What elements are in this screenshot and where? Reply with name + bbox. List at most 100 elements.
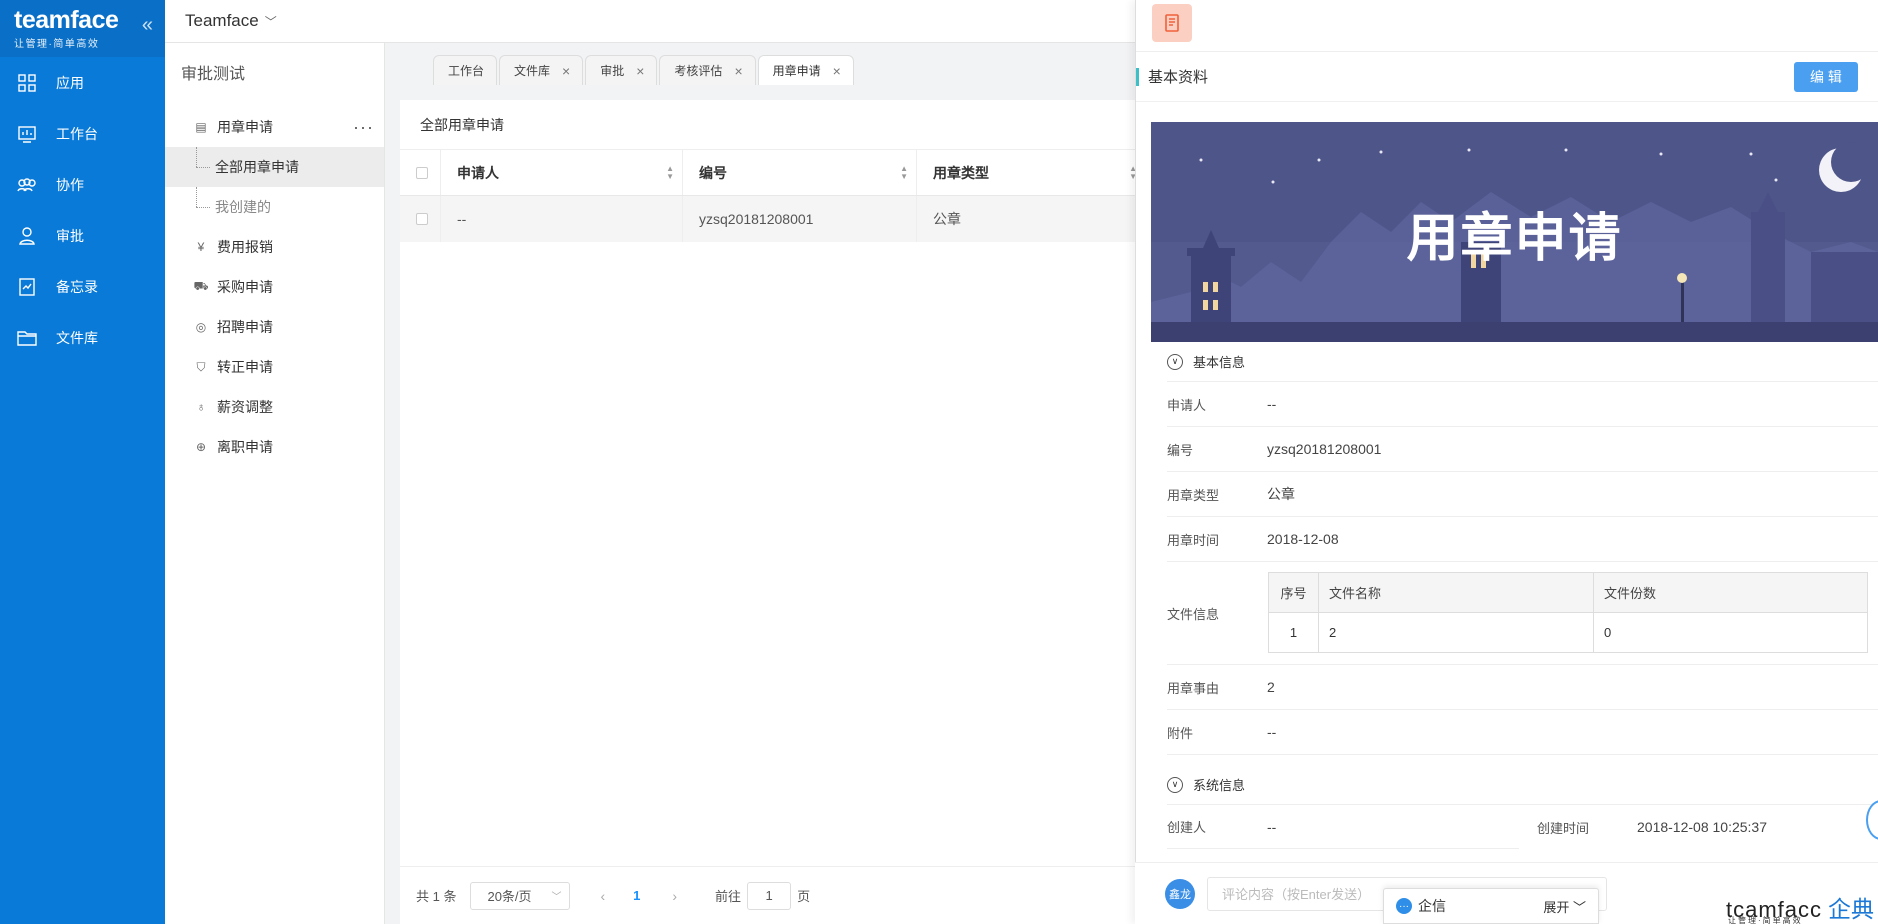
avatar: 鑫龙 xyxy=(1165,878,1195,909)
chevron-down-icon: ﹀ xyxy=(551,892,562,903)
page-size-value: 20条/页 xyxy=(487,889,532,904)
close-icon[interactable]: × xyxy=(636,63,644,79)
detail-topbar xyxy=(1136,0,1878,52)
nav-item-memo[interactable]: 备忘录 xyxy=(0,261,165,312)
group-system-info[interactable]: ∨ 系统信息 xyxy=(1167,765,1878,805)
banner-image: 用章申请 xyxy=(1151,122,1878,342)
row-checkbox[interactable] xyxy=(416,213,428,225)
tab-label: 用章申请 xyxy=(772,64,821,78)
field-seal-time: 用章时间 2018-12-08 xyxy=(1167,517,1878,562)
company-switcher[interactable]: Teamface xyxy=(185,11,259,31)
nav-item-label: 协作 xyxy=(56,176,84,193)
column-applicant[interactable]: 申请人 ▲ ▼ xyxy=(441,150,683,195)
tab-label: 考核评估 xyxy=(674,64,723,78)
sidebar-group-expense[interactable]: ¥ 费用报销 xyxy=(165,227,384,267)
field-created-time: 创建时间 2018-12-08 10:25:37 xyxy=(1537,805,1837,849)
memo-icon xyxy=(19,277,35,296)
form-app-icon xyxy=(1152,4,1192,42)
banner-title: 用章申请 xyxy=(1406,210,1623,268)
sidebar-group-label: 转正申请 xyxy=(217,359,273,375)
field-label: 创建人 xyxy=(1167,820,1207,835)
close-icon[interactable]: × xyxy=(562,63,570,79)
close-icon[interactable]: × xyxy=(833,63,841,79)
watermark-text-cn: 企典 xyxy=(1828,896,1875,922)
brand: teamface 让管理·简单高效 « xyxy=(0,0,165,57)
group-title: 基本信息 xyxy=(1193,355,1246,370)
qixin-label: 企信 xyxy=(1418,898,1446,914)
file-col-index: 序号 xyxy=(1268,572,1319,613)
nav-item-apps[interactable]: 应用 xyxy=(0,57,165,108)
sidebar-group-resign[interactable]: ⊕ 离职申请 xyxy=(165,427,384,467)
prev-page-icon[interactable]: ‹ xyxy=(600,888,605,904)
sidebar-item-my-created[interactable]: 我创建的 xyxy=(165,187,384,227)
chevron-down-icon[interactable]: ﹀ xyxy=(265,13,277,30)
nav-item-collab[interactable]: 协作 xyxy=(0,159,165,210)
field-label: 创建时间 xyxy=(1537,820,1590,836)
close-icon[interactable]: × xyxy=(734,63,742,79)
sidebar-group-recruit[interactable]: ◎ 招聘申请 xyxy=(165,307,384,347)
goto-page-input[interactable]: 1 xyxy=(747,881,792,910)
current-page[interactable]: 1 xyxy=(633,888,640,903)
group-title: 系统信息 xyxy=(1193,778,1246,793)
qixin-chat-bar[interactable]: ··· 企信 展开 ﹀ xyxy=(1383,888,1599,924)
watermark-logo: tcamfacc 企典 让管理·简单高效 xyxy=(1726,890,1874,924)
form-icon: ▤ xyxy=(195,120,207,134)
page-size-select[interactable]: 20条/页 ﹀ xyxy=(470,881,571,910)
expand-toggle[interactable]: 展开 ﹀ xyxy=(1543,897,1586,916)
field-creator: 创建人 -- xyxy=(1167,805,1519,849)
cell-seal-type: 公章 xyxy=(933,211,961,227)
dashboard-icon xyxy=(18,125,36,143)
collapse-circle-icon[interactable]: ∨ xyxy=(1167,353,1183,370)
cell-number: yzsq20181208001 xyxy=(683,196,917,242)
nav-item-label: 文件库 xyxy=(56,329,98,346)
tab-approval[interactable]: 审批 × xyxy=(585,55,658,85)
nav-item-label: 工作台 xyxy=(56,125,98,142)
field-value: 2018-12-08 xyxy=(1267,531,1339,547)
field-applicant: 申请人 -- xyxy=(1167,382,1878,427)
tab-label: 文件库 xyxy=(514,64,551,78)
tab-seal-application[interactable]: 用章申请 × xyxy=(757,55,854,85)
column-number[interactable]: 编号 ▲ ▼ xyxy=(683,150,917,195)
chat-icon: ··· xyxy=(1396,898,1412,914)
sidebar-item-all-seal[interactable]: 全部用章申请 xyxy=(165,147,384,187)
sidebar-group-salary[interactable]: ♁ 薪资调整 xyxy=(165,387,384,427)
group-basic-info[interactable]: ∨ 基本信息 xyxy=(1167,342,1878,382)
column-seal-type[interactable]: 用章类型 ▲ ▼ xyxy=(917,150,1137,195)
table-row[interactable]: -- yzsq20181208001 公章 xyxy=(400,196,1135,242)
sidebar-group-label: 薪资调整 xyxy=(217,399,273,415)
pagination: 共 1 条 20条/页 ﹀ ‹ 1 › 前往 1 页 xyxy=(400,866,1135,924)
edit-button[interactable]: 编 辑 xyxy=(1794,61,1858,92)
nav-item-approval[interactable]: 审批 xyxy=(0,210,165,261)
cart-icon: ⛟ xyxy=(193,279,209,293)
shield-icon: ⛉ xyxy=(196,359,206,374)
sidebar-group-seal[interactable]: ▤ 用章申请 ··· xyxy=(165,107,384,147)
file-col-copies: 文件份数 xyxy=(1593,572,1868,613)
field-value: -- xyxy=(1267,724,1277,740)
detail-section-header: 基本资料 编 辑 xyxy=(1136,52,1878,102)
page-unit: 页 xyxy=(797,889,811,904)
tab-bar: 工作台 文件库 × 审批 × 考核评估 × 用章申请 × xyxy=(385,43,1135,85)
next-page-icon[interactable]: › xyxy=(672,888,677,904)
sidebar-group-regular[interactable]: ⛉ 转正申请 xyxy=(165,347,384,387)
headset-icon: ◎ xyxy=(195,320,207,334)
select-all-checkbox[interactable] xyxy=(416,166,428,179)
tab-label: 审批 xyxy=(600,64,625,78)
grid-icon xyxy=(18,73,36,92)
sort-icon[interactable]: ▲ ▼ xyxy=(900,165,908,181)
field-number: 编号 yzsq20181208001 xyxy=(1167,427,1878,472)
field-value: -- xyxy=(1267,818,1277,835)
more-icon[interactable]: ··· xyxy=(353,117,374,138)
nav-item-files[interactable]: 文件库 xyxy=(0,312,165,363)
tab-workbench[interactable]: 工作台 xyxy=(433,55,498,85)
tab-files[interactable]: 文件库 × xyxy=(499,55,584,85)
tab-assessment[interactable]: 考核评估 × xyxy=(659,55,756,85)
sort-icon[interactable]: ▲ ▼ xyxy=(666,165,674,181)
file-col-name: 文件名称 xyxy=(1318,572,1594,613)
nav-item-workbench[interactable]: 工作台 xyxy=(0,108,165,159)
collapse-nav-icon[interactable]: « xyxy=(142,14,153,37)
row-select-cell xyxy=(400,196,441,242)
field-label: 编号 xyxy=(1167,442,1194,458)
collapse-circle-icon[interactable]: ∨ xyxy=(1167,776,1183,793)
field-label: 用章事由 xyxy=(1167,680,1220,696)
sidebar-group-purchase[interactable]: ⛟ 采购申请 xyxy=(165,267,384,307)
